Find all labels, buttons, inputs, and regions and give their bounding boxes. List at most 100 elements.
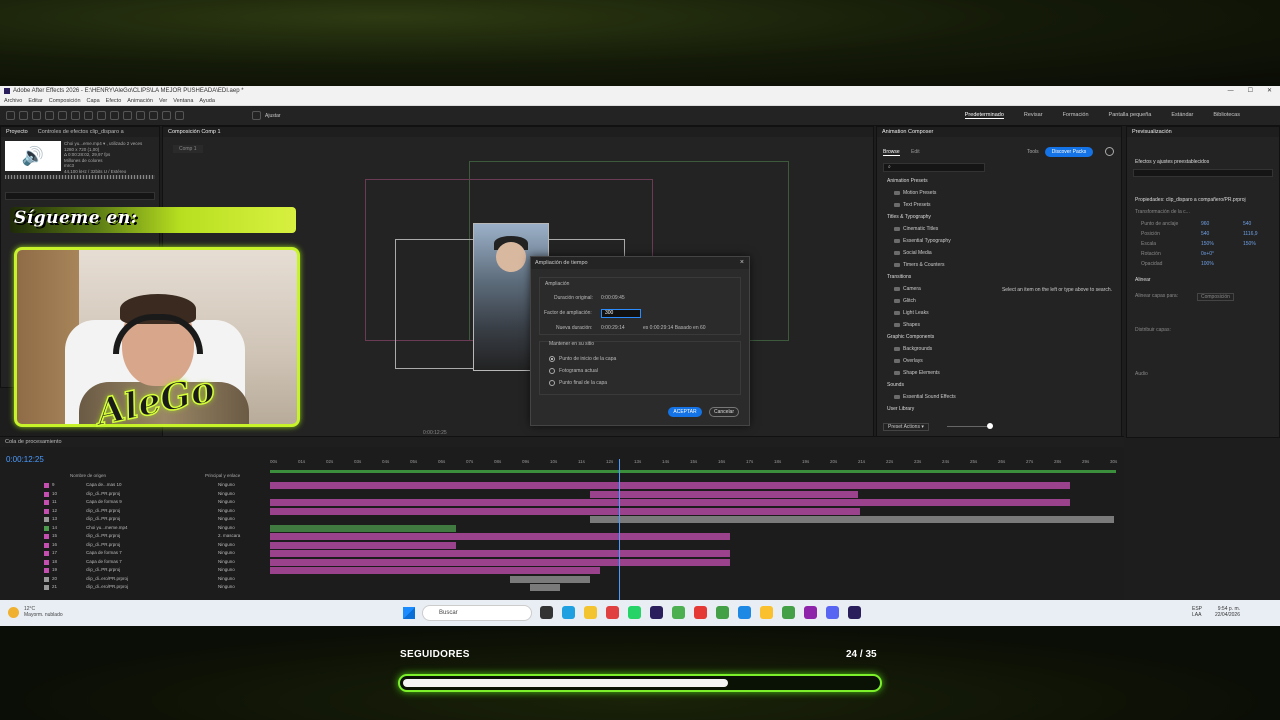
clock[interactable]: 9:54 p. m. 22/04/2026	[1215, 606, 1240, 618]
layer-parent[interactable]: Ninguno	[218, 566, 235, 575]
preset-folder[interactable]: Glitch	[881, 295, 956, 307]
puppet-tool-icon[interactable]	[175, 111, 184, 120]
layer-color-label[interactable]	[44, 551, 49, 556]
preset-category[interactable]: Titles & Typography	[881, 211, 956, 223]
layer-parent[interactable]: Ninguno	[218, 481, 235, 490]
preset-folder[interactable]: Backgrounds	[881, 343, 956, 355]
preset-folder[interactable]: Motion Presets	[881, 187, 956, 199]
layer-parent[interactable]: Ninguno	[218, 507, 235, 516]
comp-tab[interactable]: Comp 1	[173, 145, 203, 153]
close-icon[interactable]: ×	[740, 257, 744, 269]
layer-duration-bar[interactable]	[270, 541, 456, 549]
preset-category[interactable]: Animation Presets	[881, 175, 956, 187]
menu-item[interactable]: Efecto	[106, 96, 122, 105]
layer-row[interactable]: 21 clip_di..ero/PR.prproj Ninguno	[0, 583, 268, 592]
radio-layer-in[interactable]	[549, 356, 555, 362]
layer-duration-bar[interactable]	[270, 558, 730, 566]
minimize-icon[interactable]: —	[1228, 86, 1234, 96]
layer-duration-bar[interactable]	[270, 482, 1070, 489]
prop-value[interactable]: 540	[1243, 221, 1251, 227]
workspace-tab[interactable]: Estándar	[1171, 112, 1193, 119]
zoom-tool-icon[interactable]	[45, 111, 54, 120]
layer-color-label[interactable]	[44, 585, 49, 590]
preset-folder[interactable]: Cinematic Titles	[881, 223, 956, 235]
new-duration-value[interactable]: 0:00:29:14	[601, 325, 625, 331]
preset-folder[interactable]: Social Media	[881, 247, 956, 259]
home-icon[interactable]	[6, 111, 15, 120]
time-ruler[interactable]: 00s 01s 02s 03s 04s 05s 06s 07s 08s 09s 10s 11s 12s 1…	[270, 459, 1117, 469]
prop-value[interactable]: 540	[1201, 231, 1209, 237]
folder-icon[interactable]	[584, 606, 597, 619]
selection-tool-icon[interactable]	[19, 111, 28, 120]
layer-row[interactable]: 17 Capa de formas 7 Ninguno	[0, 549, 268, 558]
ok-button[interactable]: ACEPTAR	[668, 407, 702, 417]
workspace-tab[interactable]: Revisar	[1024, 112, 1043, 119]
menu-item[interactable]: Ver	[159, 96, 167, 105]
file-explorer-icon[interactable]	[540, 606, 553, 619]
layer-parent[interactable]: Ninguno	[218, 490, 235, 499]
layer-parent[interactable]: Ninguno	[218, 558, 235, 567]
work-area-bar[interactable]	[270, 470, 1116, 473]
layer-parent[interactable]: Ninguno	[218, 575, 235, 584]
layer-duration-bar[interactable]	[270, 550, 730, 557]
effects-search-input[interactable]	[1133, 169, 1273, 177]
composition-panel-title[interactable]: Composición Comp 1	[168, 127, 221, 137]
render-queue-tab[interactable]: Cola de procesamiento	[5, 437, 62, 447]
layer-parent[interactable]: Ninguno	[218, 515, 235, 524]
weather-icon[interactable]	[8, 607, 19, 618]
snap-checkbox[interactable]	[252, 111, 261, 120]
layer-row[interactable]: 16 clip_di..PR.prproj Ninguno	[0, 541, 268, 550]
layer-parent[interactable]: 2. mascara	[218, 532, 240, 541]
chrome-icon[interactable]	[672, 606, 685, 619]
tools-link[interactable]: Tools	[1027, 149, 1039, 155]
playhead[interactable]	[619, 459, 620, 609]
pen-tool-icon[interactable]	[110, 111, 119, 120]
preset-folder[interactable]: Shapes	[881, 319, 956, 331]
layer-row[interactable]: 14 Choi yu...meme.mp4 Ninguno	[0, 524, 268, 533]
preset-folder[interactable]: Essential Typography	[881, 235, 956, 247]
whatsapp-icon[interactable]	[628, 606, 641, 619]
prop-value[interactable]: 100%	[1201, 261, 1214, 267]
align-target-dropdown[interactable]: Composición	[1197, 293, 1234, 301]
layer-color-label[interactable]	[44, 491, 49, 497]
menu-item[interactable]: Archivo	[4, 96, 22, 105]
layer-parent[interactable]: Ninguno	[218, 524, 235, 533]
eraser-tool-icon[interactable]	[162, 111, 171, 120]
layer-duration-bar[interactable]	[270, 507, 860, 515]
stamp-tool-icon[interactable]	[149, 111, 158, 120]
current-timecode[interactable]: 0:00:12:25	[6, 455, 44, 464]
discord-icon[interactable]	[826, 606, 839, 619]
layer-color-label[interactable]	[44, 576, 49, 582]
layer-row[interactable]: 20 clip_di..ero/PR.prproj Ninguno	[0, 575, 268, 584]
layer-row[interactable]: 11 Capa de formas 9 Ninguno	[0, 498, 268, 507]
opera-icon[interactable]	[606, 606, 619, 619]
radio-current-frame[interactable]	[549, 368, 555, 374]
menu-item[interactable]: Composición	[49, 96, 81, 105]
preset-actions-dropdown[interactable]: Preset Actions ▾	[883, 423, 929, 431]
layer-color-label[interactable]	[44, 559, 49, 565]
project-search-input[interactable]	[5, 192, 155, 200]
ac-search-input[interactable]: ⌕	[883, 163, 985, 172]
layer-parent[interactable]: Ninguno	[218, 549, 235, 558]
rectangle-tool-icon[interactable]	[97, 111, 106, 120]
preset-folder[interactable]: Camera	[881, 283, 956, 295]
preset-folder[interactable]: Text Presets	[881, 199, 956, 211]
layer-color-label[interactable]	[44, 525, 49, 531]
menu-item[interactable]: Editar	[28, 96, 42, 105]
tab-edit[interactable]: Edit	[911, 149, 920, 155]
size-slider-handle[interactable]	[987, 423, 993, 429]
layer-row[interactable]: 19 clip_di..PR.prproj Ninguno	[0, 566, 268, 575]
layer-duration-bar[interactable]	[510, 575, 590, 583]
factor-input[interactable]: 300	[601, 309, 641, 318]
layer-duration-bar[interactable]	[590, 490, 858, 498]
layer-color-label[interactable]	[44, 542, 49, 548]
preset-folder[interactable]: Overlays	[881, 355, 956, 367]
prop-value[interactable]: 0x+0°	[1201, 251, 1214, 257]
radio-layer-out[interactable]	[549, 380, 555, 386]
premiere-icon[interactable]	[650, 606, 663, 619]
layer-duration-bar[interactable]	[270, 524, 456, 532]
hand-tool-icon[interactable]	[32, 111, 41, 120]
cancel-button[interactable]: Cancelar	[709, 407, 739, 417]
layer-row[interactable]: 15 clip_di..PR.prproj 2. mascara	[0, 532, 268, 541]
layer-color-label[interactable]	[44, 568, 49, 573]
